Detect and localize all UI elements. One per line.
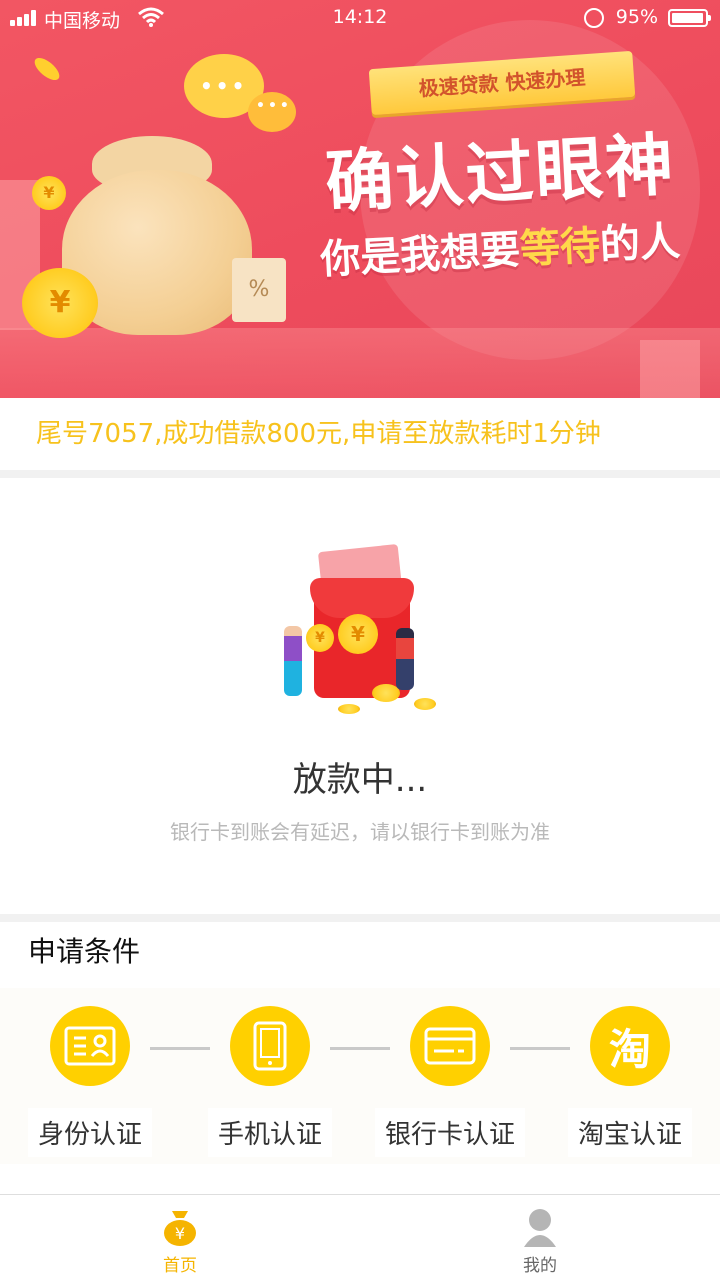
- promo-banner[interactable]: 中国移动 14:12 95% ••• ••• % ¥ ¥ 极速贷款 快速办理 确…: [0, 0, 720, 398]
- man-figure-icon: [284, 626, 302, 696]
- red-envelope-flap: [310, 578, 414, 618]
- user-icon: [522, 1207, 558, 1247]
- status-time: 14:12: [332, 6, 388, 28]
- taobao-icon: 淘: [590, 1006, 670, 1086]
- battery-icon: [668, 9, 711, 27]
- taobao-glyph: 淘: [608, 1024, 651, 1074]
- step-label: 银行卡认证: [374, 1108, 525, 1157]
- step-label: 手机认证: [207, 1108, 332, 1157]
- tab-mine[interactable]: 我的: [480, 1203, 600, 1276]
- discount-ticket: %: [232, 258, 286, 322]
- bank-card-icon: [410, 1006, 490, 1086]
- leaf-icon: [31, 53, 63, 85]
- coin-small-icon: ¥: [32, 176, 66, 210]
- loan-status-card: ¥ ¥ 放款中... 银行卡到账会有延迟，请以银行卡到账为准: [0, 478, 720, 914]
- phone-icon: [230, 1006, 310, 1086]
- banner-headline: 确认过眼神: [323, 125, 678, 224]
- banner-floor: [0, 328, 720, 398]
- coin-icon-left: ¥: [306, 624, 334, 652]
- red-envelope-illustration: ¥ ¥: [280, 543, 440, 718]
- tab-label: 首页: [163, 1256, 197, 1276]
- money-bag-icon: ¥: [162, 1207, 198, 1247]
- bubble-dots-small: •••: [256, 98, 292, 114]
- bubble-dots: •••: [200, 74, 248, 98]
- rotation-lock-icon: [584, 8, 604, 28]
- bottom-tab-bar: ¥ 首页 我的: [0, 1194, 720, 1280]
- id-card-icon: [50, 1006, 130, 1086]
- home-screen: 中国移动 14:12 95% ••• ••• % ¥ ¥ 极速贷款 快速办理 确…: [0, 0, 720, 1280]
- conditions-steps: 身份认证 手机认证 银行卡认证 淘 淘宝认证: [0, 988, 720, 1164]
- step-phone-verification[interactable]: 手机认证: [190, 1006, 350, 1157]
- status-bar: 中国移动 14:12 95%: [0, 0, 720, 36]
- step-id-verification[interactable]: 身份认证: [10, 1006, 170, 1157]
- divider: [0, 470, 720, 478]
- woman-figure-icon: [396, 628, 414, 690]
- step-taobao-verification[interactable]: 淘 淘宝认证: [550, 1006, 710, 1157]
- divider: [0, 914, 720, 922]
- loan-status-subtitle: 银行卡到账会有延迟，请以银行卡到账为准: [170, 820, 550, 844]
- loan-notice: 尾号7057,成功借款800元,申请至放款耗时1分钟: [0, 398, 720, 470]
- tab-label: 我的: [523, 1256, 557, 1276]
- step-bank-card-verification[interactable]: 银行卡认证: [370, 1006, 530, 1157]
- conditions-heading: 申请条件: [28, 935, 141, 968]
- coin-ground-icon: [338, 704, 360, 714]
- tab-home[interactable]: ¥ 首页: [120, 1203, 240, 1276]
- coin-large-icon: ¥: [22, 268, 98, 338]
- coin-icon: ¥: [338, 614, 378, 654]
- step-label: 淘宝认证: [567, 1108, 692, 1157]
- battery-percent: 95%: [615, 6, 658, 28]
- coin-ground-icon-right: [414, 698, 436, 710]
- banner-highlight: 等待: [518, 222, 602, 273]
- step-label: 身份认证: [27, 1108, 152, 1157]
- svg-text:¥: ¥: [175, 1224, 185, 1243]
- loan-status-title: 放款中...: [292, 760, 428, 800]
